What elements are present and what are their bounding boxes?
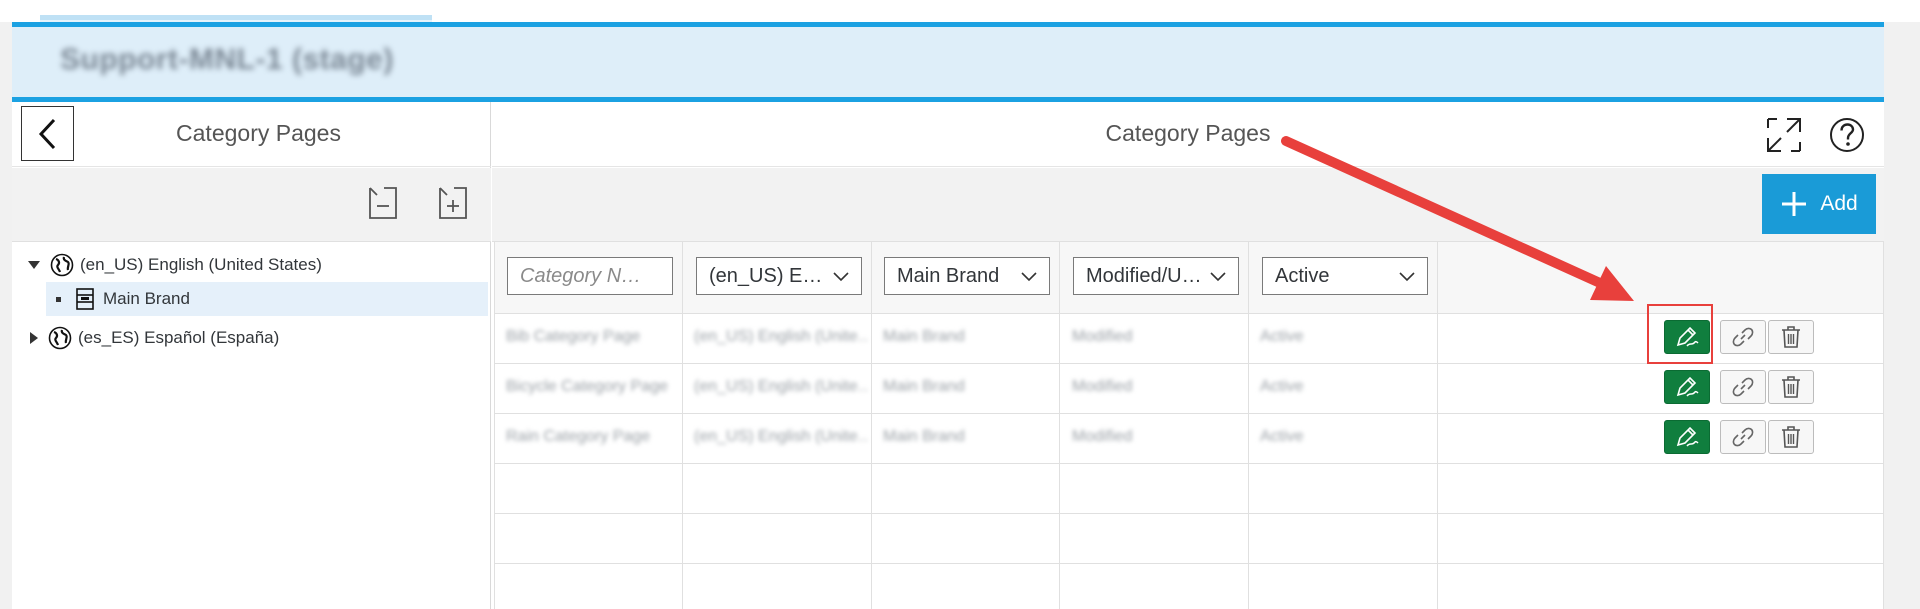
bullet-icon	[56, 296, 61, 302]
collapse-all-icon[interactable]	[366, 186, 400, 220]
plus-icon	[1782, 192, 1807, 216]
tree-item-main-brand[interactable]: Main Brand	[46, 282, 488, 316]
cell-active: Active	[1260, 428, 1304, 445]
help-icon[interactable]	[1828, 116, 1866, 154]
annotation-highlight-box	[1647, 304, 1713, 364]
column-divider	[1059, 242, 1060, 609]
left-panel-header: Category Pages	[12, 102, 491, 167]
add-button[interactable]: Add	[1762, 174, 1876, 234]
globe-icon	[50, 253, 74, 277]
delete-button[interactable]	[1768, 320, 1814, 354]
row-divider	[494, 463, 1884, 464]
globe-icon	[48, 326, 72, 350]
copy-link-button[interactable]	[1720, 420, 1766, 454]
expand-all-icon[interactable]	[436, 186, 470, 220]
link-icon	[1732, 427, 1754, 447]
edit-button[interactable]	[1664, 370, 1710, 404]
locale-filter-select[interactable]: (en_US) E…	[696, 257, 862, 295]
caret-down-icon[interactable]	[28, 261, 40, 269]
link-icon	[1732, 377, 1754, 397]
column-divider	[1437, 242, 1438, 609]
chevron-down-icon	[1210, 272, 1226, 282]
trash-icon	[1782, 376, 1800, 398]
status-filter-select[interactable]: Modified/U…	[1073, 257, 1239, 295]
app-header: Support-MNL-1 (stage)	[12, 22, 1884, 102]
tree-item-label: Main Brand	[103, 289, 190, 308]
chevron-down-icon	[1399, 272, 1415, 282]
active-filter-value: Active	[1275, 264, 1330, 287]
tree-item-label: (en_US) English (United States)	[80, 255, 322, 274]
cell-locale: (en_US) English (Unite…	[694, 328, 869, 345]
column-divider	[682, 242, 683, 609]
right-panel-title: Category Pages	[1105, 120, 1271, 146]
browser-tab-strip	[40, 15, 432, 20]
edit-pencil-icon	[1676, 376, 1699, 397]
cell-brand: Main Brand	[883, 378, 965, 395]
column-divider	[1248, 242, 1249, 609]
category-name-filter[interactable]: Category N…	[507, 257, 673, 295]
trash-icon	[1782, 326, 1800, 348]
tree-item-es-es[interactable]: (es_ES) Español (España)	[30, 321, 490, 355]
cell-active: Active	[1260, 378, 1304, 395]
copy-link-button[interactable]	[1720, 370, 1766, 404]
cell-locale: (en_US) English (Unite…	[694, 428, 869, 445]
trash-icon	[1782, 426, 1800, 448]
chevron-down-icon	[1021, 272, 1037, 282]
right-toolbar: Add	[492, 168, 1884, 242]
cell-locale: (en_US) English (Unite…	[694, 378, 869, 395]
status-filter-value: Modified/U…	[1086, 264, 1202, 287]
delete-button[interactable]	[1768, 420, 1814, 454]
app-title: Support-MNL-1 (stage)	[60, 43, 394, 76]
caret-right-icon[interactable]	[30, 332, 38, 344]
brand-tree-icon	[76, 288, 94, 310]
cell-active: Active	[1260, 328, 1304, 345]
left-gutter	[0, 22, 12, 609]
tree-item-label: (es_ES) Español (España)	[78, 328, 280, 347]
add-button-label: Add	[1820, 192, 1858, 215]
cell-brand: Main Brand	[883, 428, 965, 445]
left-toolbar	[12, 168, 491, 242]
column-divider	[494, 242, 495, 609]
cell-status: Modified	[1072, 428, 1133, 445]
right-gutter	[1884, 22, 1920, 609]
tree-item-en-us[interactable]: (en_US) English (United States)	[28, 248, 488, 282]
cell-brand: Main Brand	[883, 328, 965, 345]
left-panel: Category Pages (en_US) English (United S…	[12, 102, 491, 609]
link-icon	[1732, 327, 1754, 347]
column-divider	[871, 242, 872, 609]
cell-name: Rain Category Page	[506, 428, 651, 445]
row-divider	[494, 413, 1884, 414]
app-window: Support-MNL-1 (stage) Category Pages (en…	[0, 0, 1920, 609]
cell-name: Bicycle Category Page	[506, 378, 668, 395]
category-pages-table: Category N… (en_US) E… Main Brand Modifi…	[494, 242, 1884, 609]
left-panel-title: Category Pages	[176, 120, 341, 146]
cell-status: Modified	[1072, 328, 1133, 345]
cell-name: Bib Category Page	[506, 328, 641, 345]
row-divider	[494, 563, 1884, 564]
cell-status: Modified	[1072, 378, 1133, 395]
brand-filter-value: Main Brand	[897, 264, 1000, 287]
locale-filter-value: (en_US) E…	[709, 264, 823, 287]
edit-button[interactable]	[1664, 420, 1710, 454]
copy-link-button[interactable]	[1720, 320, 1766, 354]
right-panel: Category Pages Add Category N… (en_US) E…	[492, 102, 1884, 609]
fullscreen-icon[interactable]	[1765, 116, 1803, 154]
column-divider	[1883, 242, 1884, 609]
row-divider	[494, 513, 1884, 514]
brand-filter-select[interactable]: Main Brand	[884, 257, 1050, 295]
right-panel-header: Category Pages	[492, 102, 1884, 167]
delete-button[interactable]	[1768, 370, 1814, 404]
chevron-down-icon	[833, 272, 849, 282]
active-filter-select[interactable]: Active	[1262, 257, 1428, 295]
edit-pencil-icon	[1676, 426, 1699, 447]
